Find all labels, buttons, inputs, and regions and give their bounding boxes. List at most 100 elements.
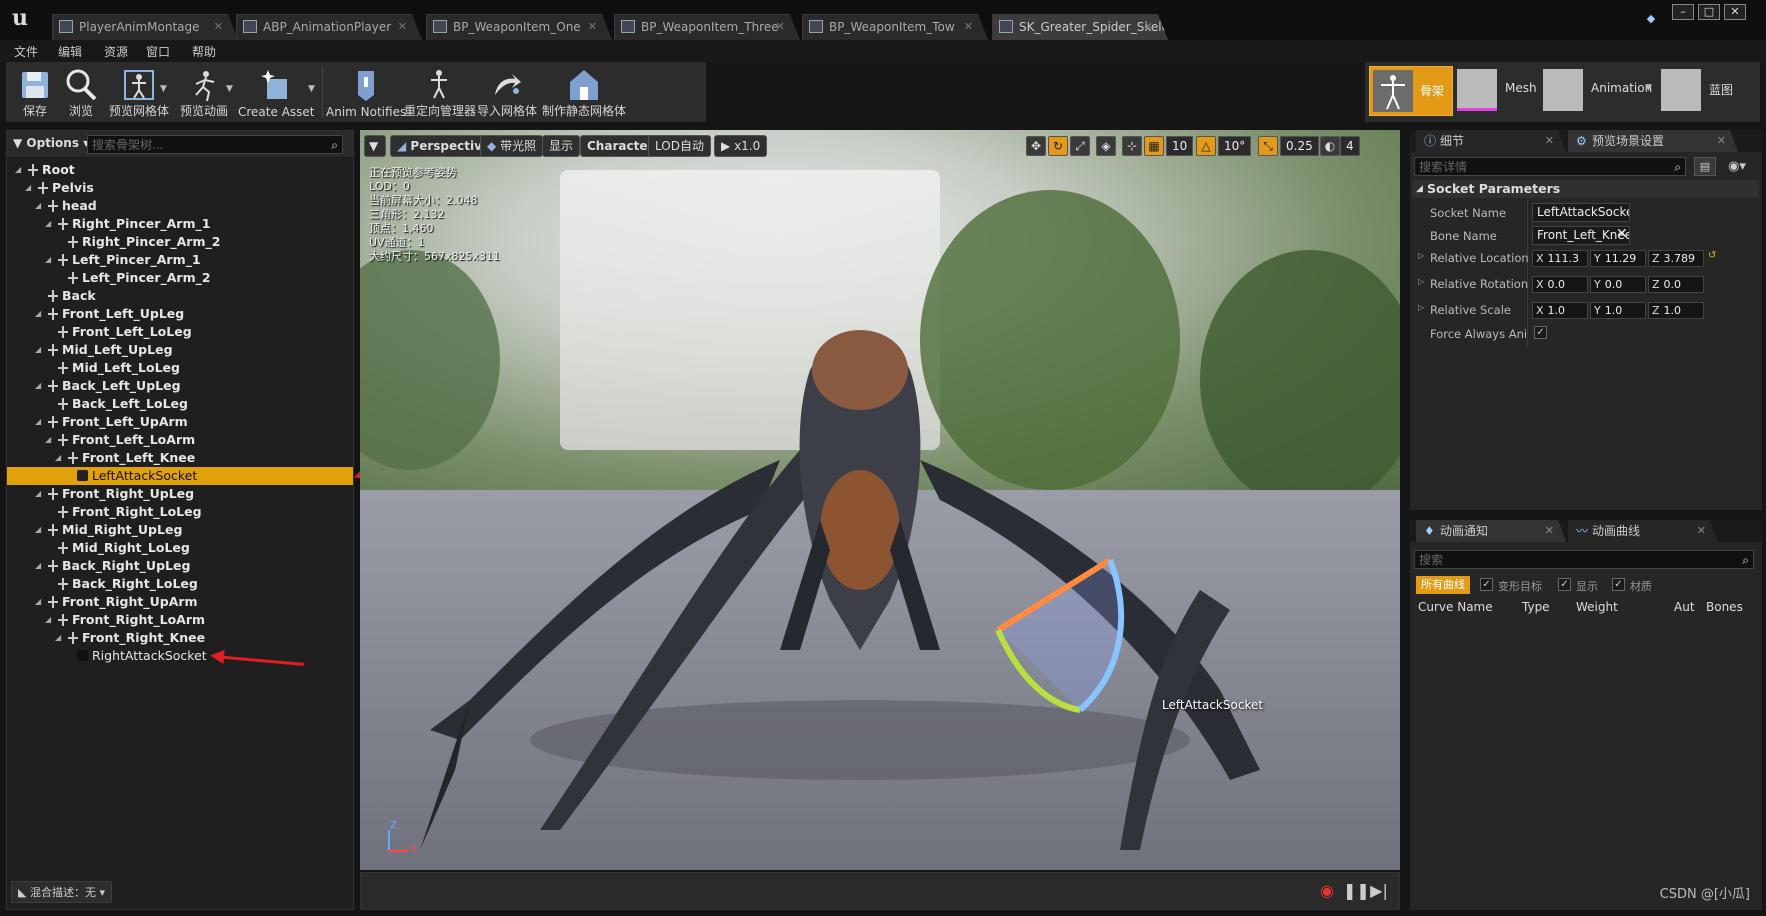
close-button[interactable]: ✕ <box>1724 4 1746 20</box>
bone-row[interactable]: Right_Pincer_Arm_2 <box>7 233 353 251</box>
animation-dropdown-icon[interactable]: ▼ <box>1645 83 1652 93</box>
lod-auto-button[interactable]: LOD自动 <box>648 135 711 157</box>
expand-arrow-icon[interactable]: ◢ <box>35 197 41 215</box>
expand-arrow-icon[interactable]: ◢ <box>35 485 41 503</box>
tab-playeranimmontage[interactable]: PlayerAnimMontage ✕ <box>52 14 238 40</box>
material-checkbox[interactable]: ✓ <box>1612 578 1625 591</box>
rotate-icon[interactable]: ↻ <box>1048 136 1068 156</box>
socket-parameters-header[interactable]: ◢ Socket Parameters <box>1413 180 1759 198</box>
tab-details[interactable]: ⓘ 细节 ✕ <box>1416 130 1566 152</box>
scale-x-field[interactable]: X 1.0 <box>1532 302 1588 319</box>
force-always-animated-checkbox[interactable]: ✓ <box>1534 326 1547 339</box>
expand-arrow-icon[interactable]: ◢ <box>35 593 41 611</box>
bone-row[interactable]: ◢ head <box>7 197 353 215</box>
help-icon[interactable]: ◆ <box>1640 12 1662 28</box>
close-icon[interactable]: ✕ <box>1697 520 1706 542</box>
bone-row[interactable]: Front_Left_LoLeg <box>7 323 353 341</box>
bone-row[interactable]: ◢ Right_Pincer_Arm_1 <box>7 215 353 233</box>
close-tab-icon[interactable]: ✕ <box>588 15 597 39</box>
menu-window[interactable]: 窗口 <box>146 43 170 60</box>
expand-arrow-icon[interactable]: ◢ <box>35 521 41 539</box>
expand-arrow-icon[interactable]: ◢ <box>35 557 41 575</box>
close-tab-icon[interactable]: ✕ <box>214 15 223 39</box>
rotation-z-field[interactable]: Z 0.0 <box>1648 276 1704 293</box>
expand-arrow-icon[interactable]: ◢ <box>25 179 31 197</box>
expand-arrow-icon[interactable]: ◢ <box>15 161 21 179</box>
step-forward-button[interactable]: ▶| <box>1369 881 1389 901</box>
import-mesh-button[interactable]: 导入网格体 <box>476 64 538 122</box>
expand-arrow-icon[interactable]: ◢ <box>45 611 51 629</box>
bone-row[interactable]: Mid_Right_LoLeg <box>7 539 353 557</box>
expand-arrow-icon[interactable]: ◢ <box>55 449 61 467</box>
scale-snap-value[interactable]: 0.25 <box>1280 136 1319 156</box>
menu-asset[interactable]: 资源 <box>104 43 128 60</box>
unreal-logo-icon[interactable]: u <box>6 4 34 32</box>
playback-speed-button[interactable]: ▶ x1.0 <box>714 135 768 157</box>
bone-row[interactable]: ◢ Pelvis <box>7 179 353 197</box>
make-static-mesh-button[interactable]: 制作静态网格体 <box>540 64 628 122</box>
viewport[interactable]: ▼ ◢ Perspective ◆ 带光照 显示 Character LOD自动… <box>360 130 1400 870</box>
bone-row[interactable]: ◢ Front_Right_Knee <box>7 629 353 647</box>
preview-mesh-dropdown-icon[interactable]: ▼ <box>160 84 167 94</box>
tab-preview-scene-settings[interactable]: ⚙ 预览场景设置 ✕ <box>1568 130 1738 152</box>
surface-snap-icon[interactable]: ⊹ <box>1122 136 1142 156</box>
translate-icon[interactable]: ✥ <box>1026 136 1046 156</box>
column-divider[interactable] <box>1527 200 1528 348</box>
tab-abp-animationplayer[interactable]: ABP_AnimationPlayer ✕ <box>236 14 422 40</box>
grid-snap-value[interactable]: 10 <box>1166 136 1194 156</box>
world-local-icon[interactable]: ◈ <box>1096 136 1116 156</box>
scale-snap-icon[interactable]: ⤡ <box>1258 136 1278 156</box>
mode-mesh-button[interactable]: Mesh <box>1455 66 1539 116</box>
clear-bone-icon[interactable]: ✕ <box>1616 226 1628 242</box>
browse-button[interactable]: 浏览 <box>58 64 104 122</box>
bone-row[interactable]: ◢ Front_Right_UpArm <box>7 593 353 611</box>
bone-row[interactable]: ◢ Front_Right_UpLeg <box>7 485 353 503</box>
create-asset-dropdown-icon[interactable]: ▼ <box>308 84 315 94</box>
bone-row[interactable]: ◢ Left_Pincer_Arm_1 <box>7 251 353 269</box>
details-search-input[interactable]: 搜索详情 ⌕ <box>1414 157 1686 176</box>
rotation-gizmo[interactable] <box>980 550 1140 720</box>
tab-anim-notifies[interactable]: ♦ 动画通知 ✕ <box>1416 520 1566 542</box>
expand-icon[interactable]: ▷ <box>1418 251 1424 260</box>
bone-row[interactable]: Mid_Left_LoLeg <box>7 359 353 377</box>
save-button[interactable]: 保存 <box>8 64 62 122</box>
tab-anim-curves[interactable]: 〰 动画曲线 ✕ <box>1568 520 1718 542</box>
bone-row[interactable]: Front_Right_LoLeg <box>7 503 353 521</box>
col-bones[interactable]: Bones <box>1706 600 1743 614</box>
expand-icon[interactable]: ▷ <box>1418 277 1424 286</box>
mode-skeleton-button[interactable]: 骨架 <box>1369 66 1453 116</box>
bone-row[interactable]: ◢ Front_Left_UpLeg <box>7 305 353 323</box>
expand-icon[interactable]: ▷ <box>1418 303 1424 312</box>
retarget-manager-button[interactable]: 重定向管理器 <box>404 64 476 122</box>
menu-help[interactable]: 帮助 <box>192 43 216 60</box>
bone-row[interactable]: ◢ Back_Right_UpLeg <box>7 557 353 575</box>
filter-all-curves-button[interactable]: 所有曲线 <box>1416 576 1470 594</box>
close-icon[interactable]: ✕ <box>1717 130 1726 152</box>
mode-animation-button[interactable]: Animation ▼ <box>1541 66 1652 116</box>
bone-row[interactable]: Back_Right_LoLeg <box>7 575 353 593</box>
tab-sk-greater-spider-skelet[interactable]: SK_Greater_Spider_Skelet ✕ <box>992 14 1168 40</box>
expand-arrow-icon[interactable]: ◢ <box>35 341 41 359</box>
bone-row[interactable]: ◢ Front_Left_Knee <box>7 449 353 467</box>
bone-row[interactable]: Back_Left_LoLeg <box>7 395 353 413</box>
col-auto[interactable]: Aut <box>1674 600 1695 614</box>
create-asset-button[interactable]: Create Asset <box>238 64 315 122</box>
bone-row[interactable]: Back <box>7 287 353 305</box>
col-curve-name[interactable]: Curve Name <box>1418 600 1493 614</box>
expand-arrow-icon[interactable]: ◢ <box>45 431 51 449</box>
maximize-button[interactable]: □ <box>1698 4 1720 20</box>
expand-arrow-icon[interactable]: ◢ <box>35 377 41 395</box>
scale-y-field[interactable]: Y 1.0 <box>1590 302 1646 319</box>
preview-animation-dropdown-icon[interactable]: ▼ <box>226 84 233 94</box>
close-icon[interactable]: ✕ <box>1545 130 1554 152</box>
close-tab-icon[interactable]: ✕ <box>398 15 407 39</box>
close-tab-icon[interactable]: ✕ <box>776 15 785 39</box>
lit-button[interactable]: ◆ 带光照 <box>480 135 544 157</box>
close-tab-icon[interactable]: ✕ <box>1144 15 1153 39</box>
skeleton-search-input[interactable]: 搜索骨架树... ⌕ <box>87 135 343 154</box>
bone-row[interactable]: ◢ Mid_Right_UpLeg <box>7 521 353 539</box>
rotation-snap-value[interactable]: 10° <box>1218 136 1252 156</box>
property-matrix-icon[interactable]: ▤ <box>1694 157 1716 176</box>
blend-profile-dropdown[interactable]: ◣ 混合描述：无 ▾ <box>11 881 112 903</box>
expand-arrow-icon[interactable]: ◢ <box>35 413 41 431</box>
